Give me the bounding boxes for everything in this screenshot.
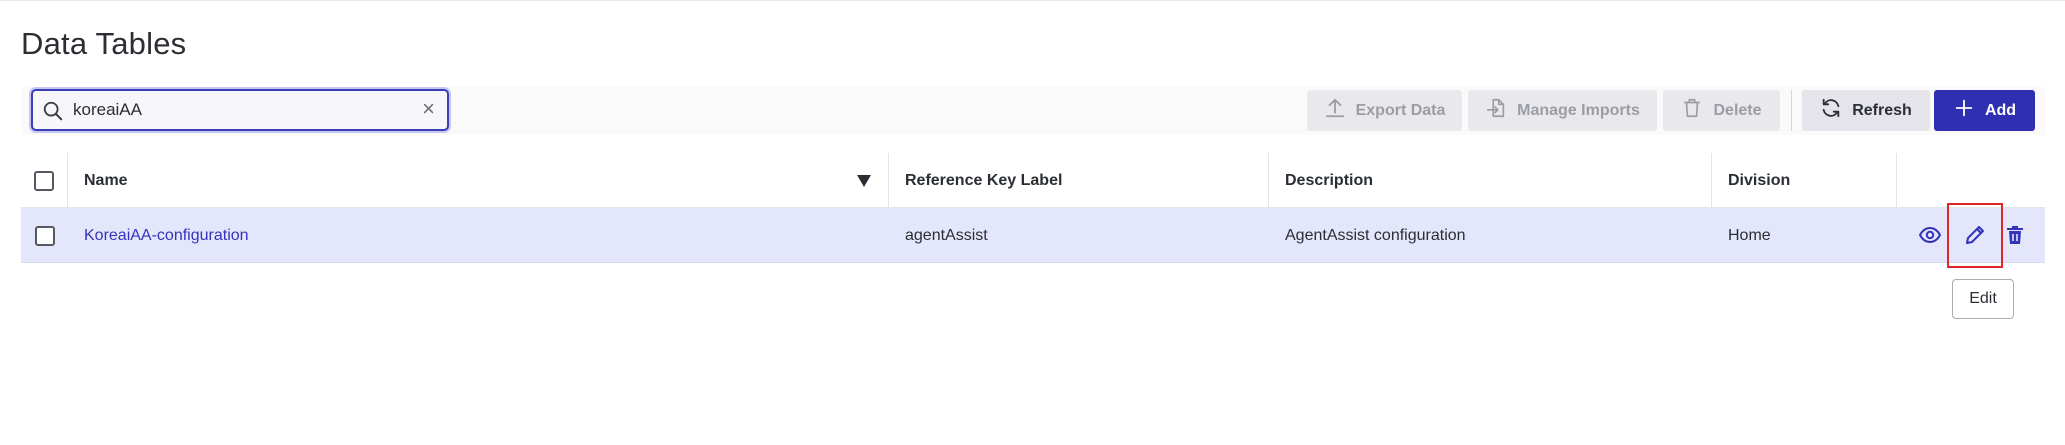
row-select-cell: [21, 208, 68, 263]
manage-imports-label: Manage Imports: [1517, 101, 1640, 119]
column-header-division[interactable]: Division: [1712, 153, 1897, 208]
upload-icon: [1324, 97, 1346, 124]
search-input[interactable]: [73, 99, 403, 121]
column-header-actions: [1897, 153, 2045, 208]
eye-icon[interactable]: [1917, 222, 1943, 248]
search-icon: [42, 100, 64, 122]
toolbar: × Export Data Manage Imports Delete Refr…: [21, 87, 2045, 135]
search-box[interactable]: ×: [31, 89, 449, 131]
refresh-icon: [1820, 97, 1842, 124]
manage-imports-button[interactable]: Manage Imports: [1468, 90, 1657, 131]
column-header-description[interactable]: Description: [1269, 153, 1712, 208]
division-cell: Home: [1728, 226, 1771, 244]
add-button[interactable]: Add: [1934, 90, 2035, 131]
column-header-name-label: Name: [84, 171, 128, 189]
table-header: Name Reference Key Label Description Div…: [21, 153, 2045, 208]
data-tables-table: Name Reference Key Label Description Div…: [21, 153, 2045, 263]
column-header-reference-key-label[interactable]: Reference Key Label: [889, 153, 1269, 208]
data-table-name-link[interactable]: KoreaiAA-configuration: [84, 227, 249, 245]
close-icon[interactable]: ×: [422, 98, 435, 120]
description-cell: AgentAssist configuration: [1285, 226, 1466, 244]
page-title: Data Tables: [21, 26, 187, 61]
add-label: Add: [1984, 101, 2017, 119]
sort-down-icon[interactable]: [857, 174, 871, 187]
name-cell: KoreaiAA-configuration: [68, 208, 889, 263]
toolbar-divider: [1791, 90, 1792, 131]
select-all-checkbox[interactable]: [34, 170, 54, 191]
plus-icon: [1953, 97, 1975, 124]
delete-label: Delete: [1713, 101, 1762, 119]
edit-action-highlight: [1947, 203, 2003, 268]
table-row[interactable]: KoreaiAA-configuration agentAssist Agent…: [21, 208, 2045, 263]
column-header-name[interactable]: Name: [68, 153, 889, 208]
delete-button[interactable]: Delete: [1663, 90, 1780, 131]
edit-tooltip: Edit: [1952, 279, 2014, 319]
refresh-label: Refresh: [1852, 101, 1912, 119]
reference-key-label-cell: agentAssist: [905, 226, 988, 244]
top-divider: [0, 0, 2065, 1]
trash-icon: [1681, 97, 1703, 124]
trash-icon[interactable]: [2002, 222, 2028, 248]
export-data-button[interactable]: Export Data: [1307, 90, 1462, 131]
refresh-button[interactable]: Refresh: [1802, 90, 1930, 131]
select-all-cell: [21, 153, 68, 208]
export-data-label: Export Data: [1355, 101, 1446, 119]
import-icon: [1485, 97, 1507, 124]
row-checkbox[interactable]: [34, 225, 55, 246]
